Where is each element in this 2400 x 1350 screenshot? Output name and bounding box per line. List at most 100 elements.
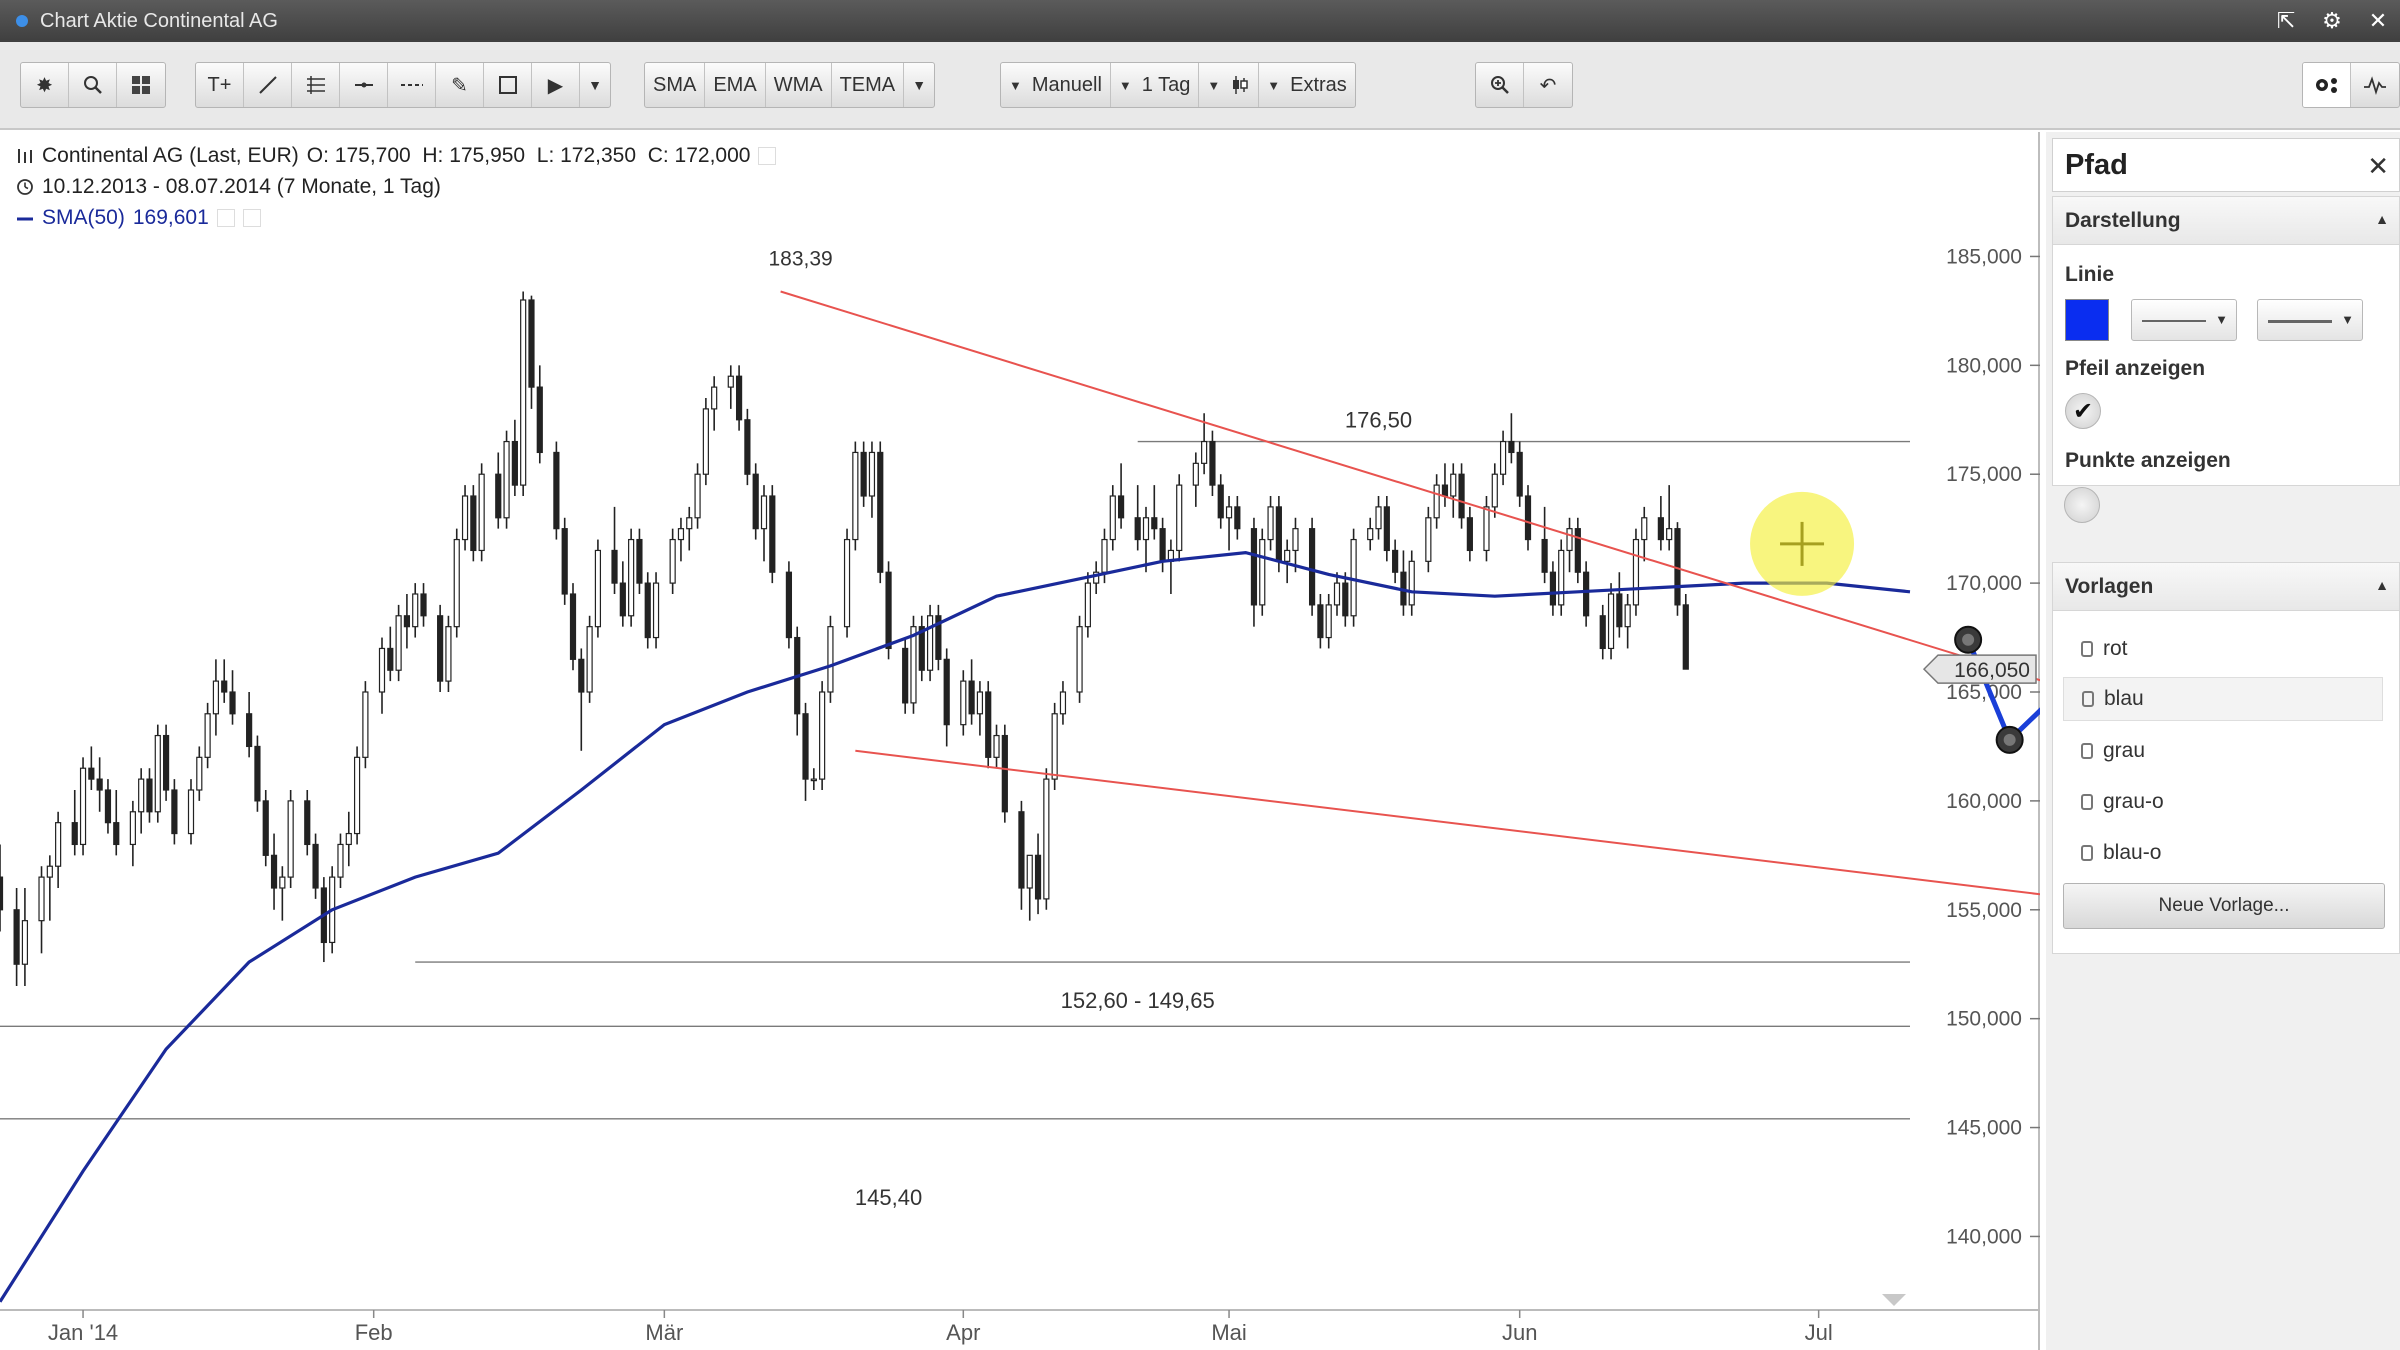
candle-body	[511, 440, 518, 486]
layout-grid-icon[interactable]	[117, 63, 165, 107]
path-point-center	[1962, 633, 1975, 646]
sma-button[interactable]: SMA	[645, 63, 706, 107]
candle-body	[387, 647, 394, 671]
punkte-anzeigen-checkbox[interactable]	[2064, 487, 2100, 523]
candle-body	[1151, 517, 1158, 530]
y-tick-label: 180,000	[1946, 354, 2022, 377]
candle-body	[586, 626, 593, 693]
candle-body	[760, 495, 768, 530]
dashed-line-tool-icon[interactable]	[388, 63, 436, 107]
chevron-down-icon: ▼	[2341, 312, 2354, 327]
legend-sma-settings-icon[interactable]	[216, 208, 235, 227]
candle-body	[113, 822, 120, 846]
zoom-in-icon[interactable]	[1476, 63, 1524, 107]
extras-select[interactable]: ▼ Extras	[1259, 63, 1355, 107]
candle-body	[852, 451, 859, 541]
candle-body	[1084, 582, 1091, 628]
fibonacci-tool-icon[interactable]	[292, 63, 340, 107]
line-width-dropdown[interactable]: ▼	[2131, 299, 2237, 341]
pfeil-anzeigen-checkbox[interactable]: ✔	[2065, 393, 2101, 429]
candle-body	[1342, 582, 1349, 617]
vorlage-item-blau-o[interactable]: blau-o	[2063, 831, 2383, 875]
candle-body	[362, 691, 369, 758]
candle-body	[1491, 473, 1498, 508]
candle-body	[735, 375, 743, 421]
candle-body	[1583, 571, 1590, 617]
ma-dropdown-icon[interactable]: ▼	[904, 63, 934, 107]
candle-body	[229, 691, 236, 715]
price-chart[interactable]: 140,000145,000150,000155,000160,000165,0…	[0, 132, 2040, 1350]
vorlage-item-blau[interactable]: blau	[2063, 677, 2383, 721]
indicator-panel-toggle-icon[interactable]	[2351, 63, 2399, 107]
candle-body	[636, 538, 643, 584]
candle-body	[553, 451, 560, 530]
legend-sma-remove-icon[interactable]	[242, 208, 261, 227]
legend-instrument-settings-icon[interactable]	[758, 146, 777, 165]
candle-body	[470, 495, 477, 552]
candle-body	[1458, 473, 1465, 519]
candle-body	[412, 593, 419, 628]
vorlage-item-grau-o[interactable]: grau-o	[2063, 780, 2383, 824]
candle-body	[1209, 440, 1216, 486]
candle-body	[1034, 854, 1042, 900]
line-style-dropdown[interactable]: ▼	[2257, 299, 2363, 341]
close-icon[interactable]: ✕	[2367, 151, 2389, 182]
candle-body	[221, 680, 228, 693]
bar-chart-icon	[18, 148, 32, 163]
close-window-icon[interactable]: ✕	[2364, 7, 2392, 35]
trendline-tool-icon[interactable]	[244, 63, 292, 107]
vorlagen-header[interactable]: Vorlagen ▲	[2053, 563, 2399, 611]
settings-window-icon[interactable]: ⚙	[2318, 7, 2346, 35]
rectangle-tool-icon[interactable]	[484, 63, 532, 107]
chart-settings-icon[interactable]: ✸	[21, 63, 69, 107]
candle-body	[1566, 528, 1573, 552]
drawing-panel-toggle-icon[interactable]	[2303, 63, 2351, 107]
candle-body	[960, 680, 967, 726]
pencil-tool-icon[interactable]: ✎	[436, 63, 484, 107]
candle-body	[594, 549, 602, 628]
undo-icon[interactable]: ↶	[1524, 63, 1572, 107]
candle-body	[345, 832, 352, 846]
candle-body	[968, 680, 975, 715]
horizontal-line-tool-icon[interactable]	[340, 63, 388, 107]
chart-type-select[interactable]: ▼	[1199, 63, 1260, 107]
candle-body	[88, 767, 95, 780]
candle-body	[312, 843, 319, 889]
detach-window-icon[interactable]: ⇱	[2272, 7, 2300, 35]
darstellung-header[interactable]: Darstellung ▲	[2053, 197, 2399, 245]
candle-body	[1308, 528, 1316, 606]
chevron-down-icon: ▼	[1207, 77, 1221, 93]
toolbar-group-drawing: T+ ✎ ▶ ▼	[195, 62, 611, 108]
mode-select[interactable]: ▼ Manuell	[1001, 63, 1111, 107]
clock-icon	[17, 178, 33, 195]
tema-button[interactable]: TEMA	[832, 63, 905, 107]
neue-vorlage-button[interactable]: Neue Vorlage...	[2063, 883, 2385, 929]
search-icon[interactable]	[69, 63, 117, 107]
candle-body	[810, 778, 817, 782]
chart-area[interactable]: 140,000 145,000 150,000 155,000 160,000 165,0…	[0, 132, 2040, 1350]
y-tick-label: 140,000	[1946, 1225, 2022, 1248]
y-tick-label: 155,000	[1946, 899, 2022, 922]
interval-select[interactable]: ▼ 1 Tag	[1111, 63, 1200, 107]
x-tick-label: Jul	[1805, 1320, 1833, 1345]
candle-body	[1425, 517, 1432, 562]
candle-body	[246, 713, 253, 748]
candle-body	[1375, 506, 1382, 530]
level-label: 176,50	[1345, 408, 1412, 433]
candle-body	[536, 386, 543, 454]
vorlage-item-grau[interactable]: grau	[2063, 729, 2383, 773]
x-tick-label: Mai	[1211, 1320, 1246, 1345]
wma-button[interactable]: WMA	[766, 63, 832, 107]
candle-body	[877, 451, 884, 573]
candle-body	[1516, 451, 1523, 497]
vorlage-label: rot	[2103, 637, 2128, 660]
vorlage-item-rot[interactable]: rot	[2063, 627, 2383, 671]
candle-body	[96, 778, 103, 791]
candle-body	[1607, 593, 1615, 650]
text-tool-icon[interactable]: T+	[196, 63, 244, 107]
line-color-swatch[interactable]	[2065, 299, 2109, 341]
path-tool-icon[interactable]: ▶	[532, 63, 580, 107]
ema-button[interactable]: EMA	[705, 63, 766, 107]
drawing-dropdown-icon[interactable]: ▼	[580, 63, 610, 107]
candle-body	[1059, 691, 1067, 715]
